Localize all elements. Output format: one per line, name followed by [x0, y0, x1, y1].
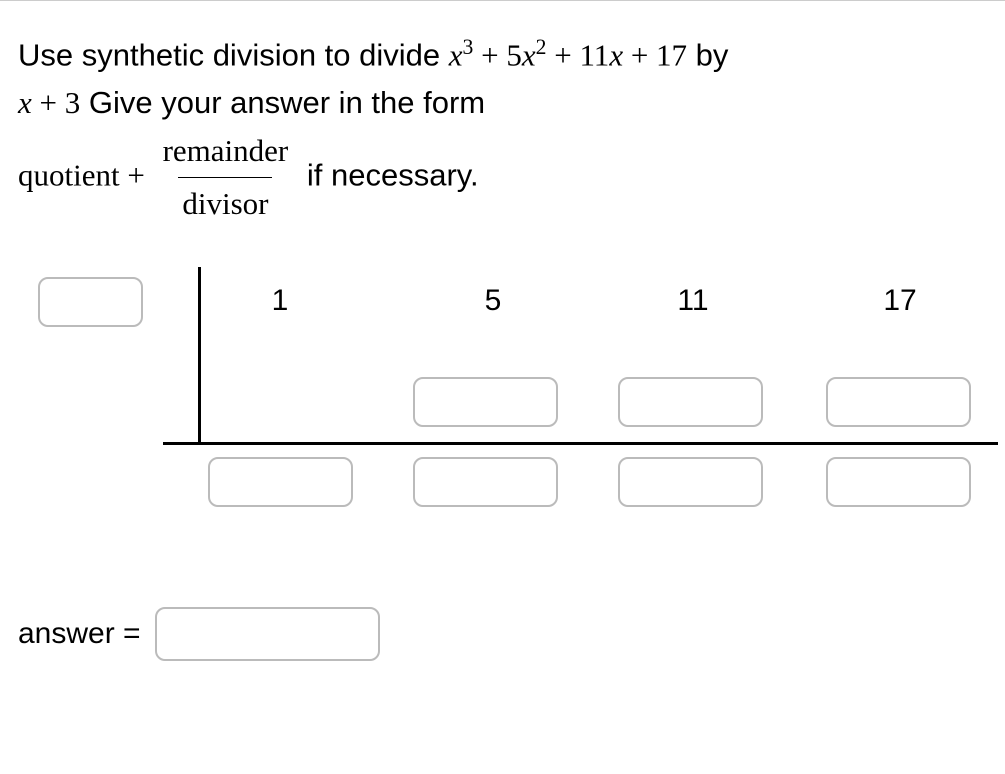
result-input-4[interactable]: [826, 457, 971, 507]
synthetic-division-grid: 1 5 11 17: [18, 267, 987, 527]
poly-x3: x: [609, 37, 623, 72]
divider: [0, 0, 1005, 1]
poly-p1: + 5: [473, 37, 521, 72]
frac-denominator: divisor: [178, 177, 272, 228]
poly-x2: x: [522, 37, 536, 72]
plus-sign: +: [120, 158, 153, 193]
quotient-word: quotient: [18, 158, 120, 193]
mid-input-2[interactable]: [413, 377, 558, 427]
poly-exp3: 3: [463, 35, 474, 59]
poly-p2: + 11: [546, 37, 609, 72]
divisor-input[interactable]: [38, 277, 143, 327]
mid-input-3[interactable]: [618, 377, 763, 427]
coeff-4: 17: [880, 284, 920, 318]
mid-input-4[interactable]: [826, 377, 971, 427]
bracket-horizontal: [163, 442, 998, 445]
poly-exp2: 2: [536, 35, 547, 59]
div-x: x: [18, 85, 32, 120]
div-c: + 3: [32, 85, 80, 120]
coeff-3: 11: [673, 284, 713, 318]
poly-x1: x: [449, 37, 463, 72]
coeff-1: 1: [260, 284, 300, 318]
prompt-ifnec: if necessary.: [298, 158, 478, 193]
question-text: Use synthetic division to divide x3 + 5x…: [18, 31, 987, 229]
fraction: remainderdivisor: [159, 127, 293, 228]
result-input-1[interactable]: [208, 457, 353, 507]
poly-p3: + 17: [623, 37, 687, 72]
answer-input[interactable]: [155, 607, 380, 661]
coeff-2: 5: [473, 284, 513, 318]
frac-numerator: remainder: [159, 127, 293, 177]
result-input-3[interactable]: [618, 457, 763, 507]
prompt-give: Give your answer in the form: [80, 85, 485, 120]
answer-row: answer =: [18, 607, 987, 661]
result-input-2[interactable]: [413, 457, 558, 507]
bracket-vertical: [198, 267, 201, 442]
answer-label: answer =: [18, 617, 141, 651]
prompt-pre: Use synthetic division to divide: [18, 37, 449, 72]
prompt-by: by: [687, 37, 728, 72]
content-area: Use synthetic division to divide x3 + 5x…: [0, 31, 1005, 661]
